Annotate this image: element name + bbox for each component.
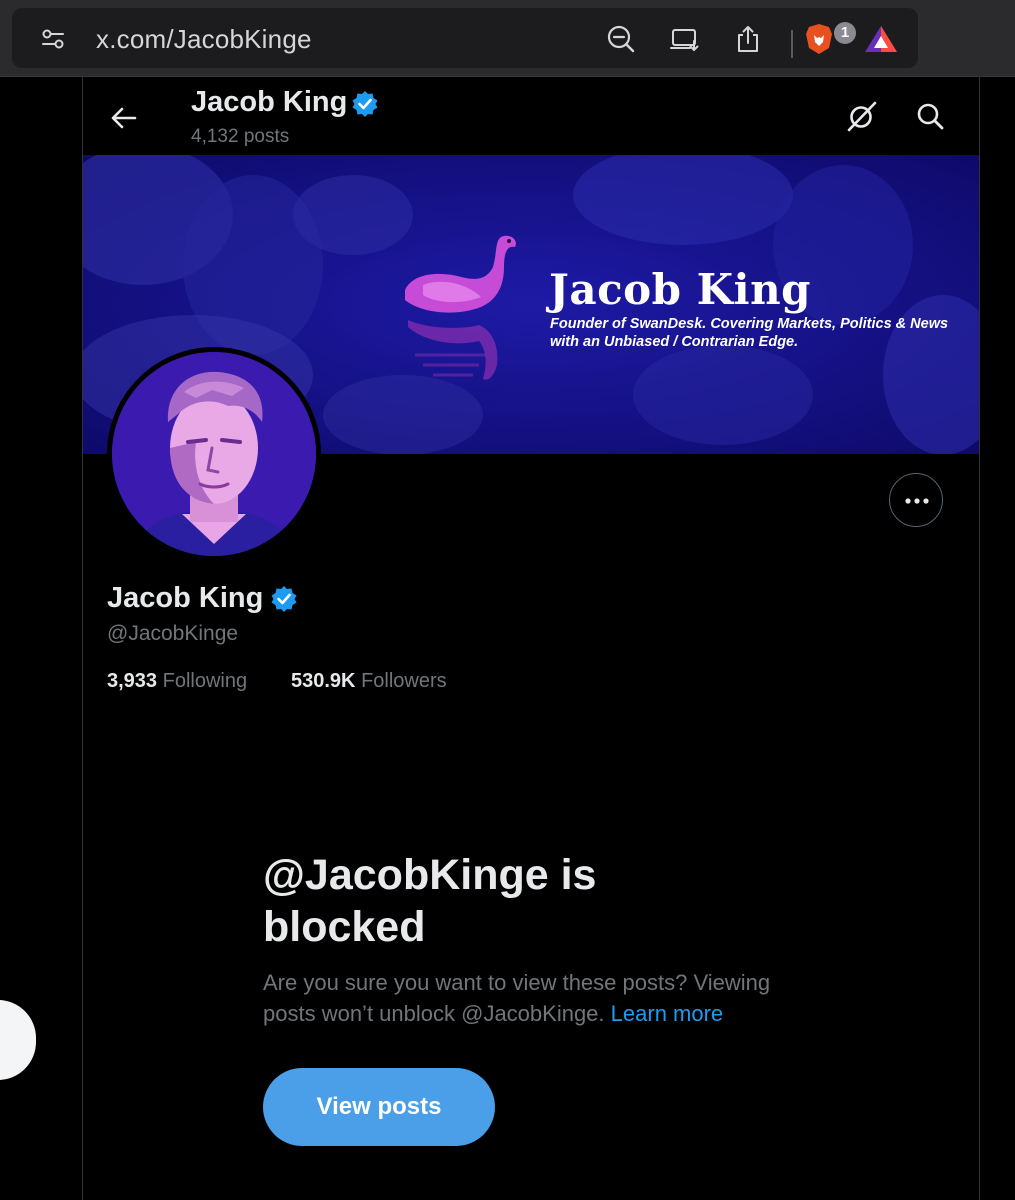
- cast-icon[interactable]: [670, 24, 700, 54]
- shields-count-badge: 1: [834, 22, 856, 44]
- url-text[interactable]: x.com/JacobKinge: [96, 24, 312, 55]
- learn-more-link[interactable]: Learn more: [611, 1001, 724, 1026]
- verified-badge-icon[interactable]: [270, 585, 298, 613]
- banner-subtitle: Founder of SwanDesk. Covering Markets, P…: [550, 316, 949, 350]
- posts-count: 4,132 posts: [191, 126, 290, 147]
- profile-header: Jacob King 4,132 posts: [83, 77, 979, 155]
- followers-label: Followers: [361, 670, 447, 692]
- avatar[interactable]: [107, 347, 321, 561]
- blocked-description: Are you sure you want to view these post…: [263, 967, 823, 1029]
- profile-handle: @JacobKinge: [107, 622, 239, 645]
- brave-shields-icon[interactable]: [803, 22, 835, 56]
- zoom-out-icon[interactable]: [606, 24, 636, 54]
- header-name: Jacob King: [191, 86, 348, 118]
- share-icon[interactable]: [733, 24, 763, 54]
- followers-link[interactable]: 530.9K Followers: [291, 670, 447, 693]
- followers-count: 530.9K: [291, 670, 356, 692]
- blocked-title: @JacobKinge is blocked: [263, 851, 597, 951]
- following-link[interactable]: 3,933 Following: [107, 670, 247, 693]
- more-options-button[interactable]: [889, 473, 943, 527]
- floating-button[interactable]: [0, 1000, 36, 1080]
- address-bar[interactable]: x.com/JacobKinge 1: [12, 8, 918, 68]
- view-posts-button[interactable]: View posts: [263, 1068, 495, 1146]
- search-icon[interactable]: [913, 99, 947, 133]
- grok-icon[interactable]: [845, 99, 879, 133]
- brave-rewards-icon[interactable]: [863, 24, 899, 54]
- display-name: Jacob King: [107, 582, 264, 614]
- toolbar-divider: [791, 30, 793, 58]
- verified-badge-icon: [352, 91, 378, 117]
- more-dots-icon: [905, 498, 929, 504]
- browser-toolbar: x.com/JacobKinge 1: [0, 0, 1015, 77]
- site-settings-icon[interactable]: [40, 26, 66, 52]
- following-label: Following: [162, 670, 248, 692]
- back-arrow-icon[interactable]: [107, 101, 141, 135]
- profile-column: Jacob King 4,132 posts Jacob King Founde…: [82, 77, 980, 1200]
- following-count: 3,933: [107, 670, 158, 692]
- banner-title: Jacob King: [549, 265, 812, 314]
- avatar-image: [112, 352, 316, 556]
